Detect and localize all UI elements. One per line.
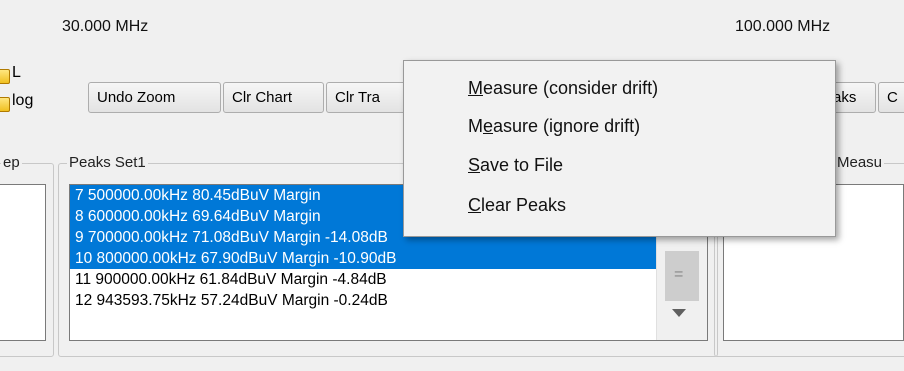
next-button[interactable]: C	[878, 82, 904, 113]
scroll-down-arrow-icon[interactable]	[672, 309, 686, 317]
menu-accel: S	[468, 155, 481, 175]
menu-item-clear-peaks[interactable]: Clear Peaks	[468, 195, 566, 216]
peaks-set1-title: Peaks Set1	[67, 154, 148, 171]
undo-zoom-button[interactable]: Undo Zoom	[88, 82, 221, 113]
context-menu: Measure (consider drift) Measure (ignore…	[403, 60, 836, 237]
menu-accel: C	[468, 195, 481, 215]
menu-item-label: easure (consider drift)	[483, 78, 659, 98]
menu-item-label: asure (ignore drift)	[493, 116, 641, 136]
sweep-list[interactable]	[0, 184, 46, 341]
list-item[interactable]: 12 943593.75kHz 57.24dBuV Margin -0.24dB	[70, 290, 707, 311]
sweep-group-title: ep	[1, 154, 22, 171]
measure-group-title: Measu	[835, 154, 885, 171]
menu-item-measure-ignore-drift[interactable]: Measure (ignore drift)	[468, 116, 640, 137]
checkbox-log[interactable]	[0, 97, 10, 112]
menu-accel: e	[483, 116, 494, 136]
clr-chart-button[interactable]: Clr Chart	[223, 82, 324, 113]
menu-item-measure-consider-drift[interactable]: Measure (consider drift)	[468, 78, 658, 99]
menu-item-label: ave to File	[480, 155, 564, 175]
menu-accel: M	[468, 78, 483, 98]
checkbox-log-label: log	[12, 92, 34, 109]
freq-start-label: 30.000 MHz	[62, 18, 149, 35]
menu-item-label-pre: M	[468, 116, 483, 136]
menu-item-label: lear Peaks	[481, 195, 567, 215]
list-item[interactable]: 10 800000.00kHz 67.90dBuV Margin -10.90d…	[70, 248, 660, 269]
freq-stop-label: 100.000 MHz	[735, 18, 831, 35]
list-item[interactable]: 11 900000.00kHz 61.84dBuV Margin -4.84dB	[70, 269, 707, 290]
scroll-thumb[interactable]: =	[665, 251, 699, 301]
menu-item-save-to-file[interactable]: Save to File	[468, 155, 563, 176]
checkbox-l[interactable]	[0, 69, 10, 84]
scroll-grip-icon: =	[674, 266, 684, 283]
checkbox-l-label: L	[12, 64, 21, 81]
